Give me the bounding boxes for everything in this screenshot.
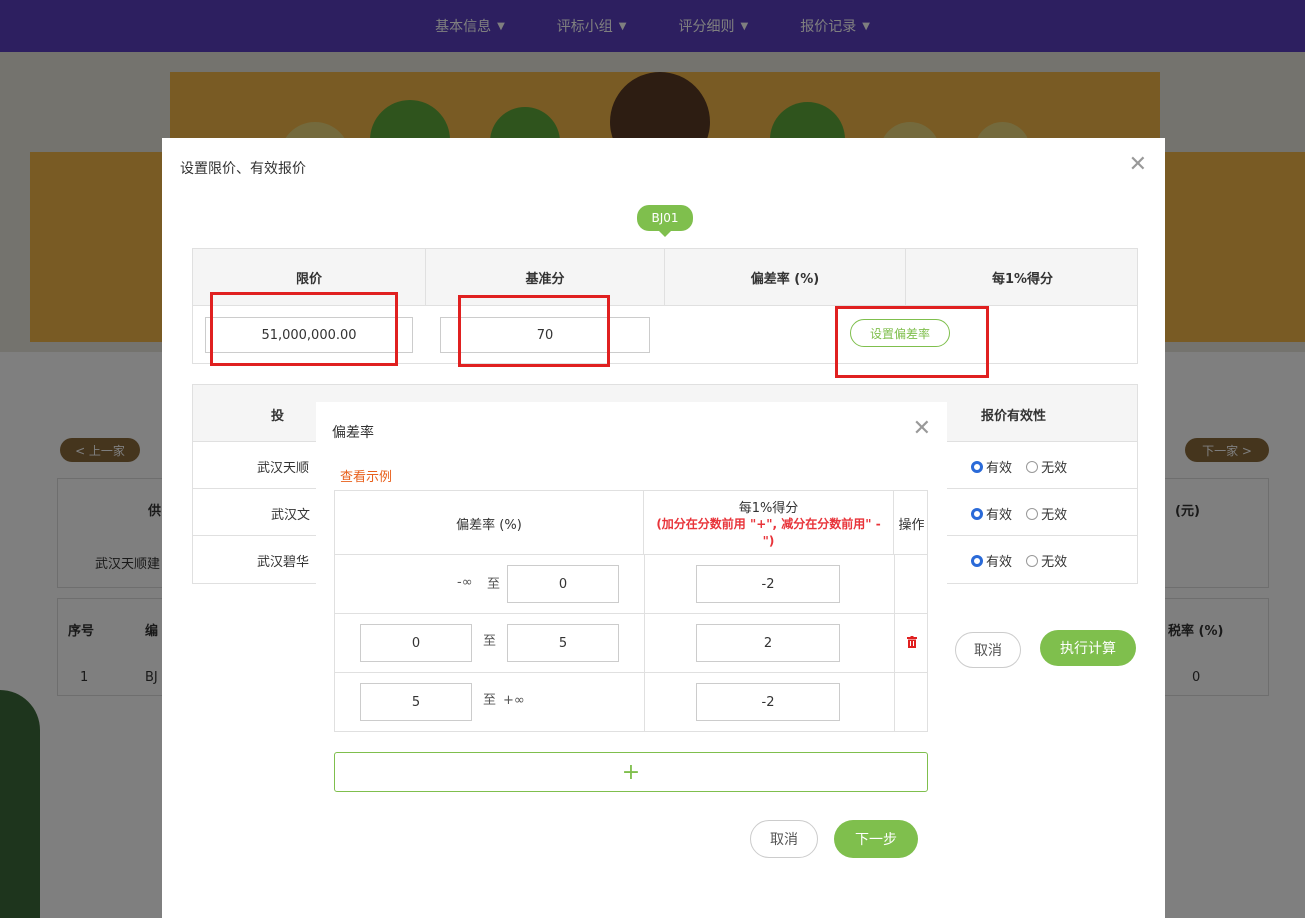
range-from-input[interactable]: 0: [360, 624, 472, 662]
table-row: -∞ 至 0 -2: [335, 555, 927, 614]
view-example-link[interactable]: 查看示例: [340, 466, 392, 485]
divider: [894, 555, 895, 613]
execute-calculation-button[interactable]: 执行计算: [1040, 630, 1136, 666]
radio-checked-icon: [971, 507, 983, 520]
radio-valid[interactable]: 有效: [971, 551, 1012, 570]
validity-radio-group: 有效 无效: [971, 457, 1077, 477]
header-score-note: (加分在分数前用 "+", 减分在分数前用" - "): [656, 516, 881, 548]
radio-label: 有效: [986, 508, 1013, 523]
divider: [644, 555, 645, 613]
range-separator: 至: [483, 634, 497, 649]
radio-unchecked-icon: [1026, 460, 1039, 473]
validity-radio-group: 有效 无效: [971, 551, 1077, 571]
range-separator: 至: [487, 577, 501, 592]
bidder-name: 武汉碧华: [257, 555, 310, 570]
close-icon[interactable]: ✕: [913, 416, 931, 441]
header-validity: 报价有效性: [981, 409, 1047, 424]
radio-label: 有效: [986, 555, 1013, 570]
range-to-input[interactable]: 0: [507, 565, 619, 603]
score-input[interactable]: 2: [696, 624, 840, 662]
header-score: 每1%得分 (加分在分数前用 "+", 减分在分数前用" - "): [644, 491, 894, 555]
range-separator: 至: [483, 693, 497, 708]
pos-infinity-label: +∞: [503, 693, 525, 708]
header-bidder: 投: [271, 409, 285, 424]
header-score-title: 每1%得分: [738, 500, 799, 516]
radio-valid[interactable]: 有效: [971, 457, 1012, 476]
header-deviation: 偏差率 (%): [335, 491, 644, 555]
header-score-per-percent: 每1%得分: [991, 272, 1054, 287]
modal-title: 设置限价、有效报价: [180, 161, 306, 177]
next-step-button[interactable]: 下一步: [834, 820, 918, 858]
radio-invalid[interactable]: 无效: [1026, 504, 1067, 523]
add-row-button[interactable]: +: [334, 752, 928, 792]
radio-label: 无效: [1041, 508, 1068, 523]
table-row: 0 至 5 2: [335, 614, 927, 673]
score-input[interactable]: -2: [696, 683, 840, 721]
radio-label: 无效: [1041, 461, 1068, 476]
modal-title: 偏差率: [332, 425, 374, 441]
table-row: 5 至 +∞ -2: [335, 673, 927, 732]
radio-invalid[interactable]: 无效: [1026, 457, 1067, 476]
score-input[interactable]: -2: [696, 565, 840, 603]
bidder-name: 武汉天顺: [257, 461, 310, 476]
divider: [894, 673, 895, 732]
highlight-box: [458, 295, 610, 367]
radio-label: 无效: [1041, 555, 1068, 570]
header-deviation: 偏差率 (%): [665, 249, 906, 306]
divider: [644, 614, 645, 672]
range-to-input[interactable]: 5: [507, 624, 619, 662]
radio-checked-icon: [971, 554, 983, 567]
neg-infinity-label: -∞: [457, 575, 473, 590]
highlight-box: [210, 292, 398, 366]
radio-checked-icon: [971, 460, 983, 473]
radio-unchecked-icon: [1026, 507, 1039, 520]
range-from-input[interactable]: 5: [360, 683, 472, 721]
deviation-table-header: 偏差率 (%) 每1%得分 (加分在分数前用 "+", 减分在分数前用" - "…: [335, 491, 927, 555]
cancel-button[interactable]: 取消: [955, 632, 1021, 668]
quote-tag: BJ01: [637, 205, 693, 237]
divider: [644, 673, 645, 732]
cancel-button[interactable]: 取消: [750, 820, 818, 858]
radio-unchecked-icon: [1026, 554, 1039, 567]
deviation-table: 偏差率 (%) 每1%得分 (加分在分数前用 "+", 减分在分数前用" - "…: [334, 490, 928, 732]
close-icon[interactable]: ✕: [1129, 152, 1147, 177]
radio-invalid[interactable]: 无效: [1026, 551, 1067, 570]
header-action: 操作: [898, 517, 925, 533]
trash-icon[interactable]: [907, 636, 917, 648]
highlight-box: [835, 306, 989, 378]
validity-radio-group: 有效 无效: [971, 504, 1077, 524]
radio-valid[interactable]: 有效: [971, 504, 1012, 523]
bidder-name: 武汉文: [271, 508, 311, 523]
divider: [894, 614, 895, 672]
radio-label: 有效: [986, 461, 1013, 476]
deviation-rate-modal: 偏差率 ✕ 查看示例 偏差率 (%) 每1%得分 (加分在分数前用 "+", 减…: [316, 402, 947, 883]
